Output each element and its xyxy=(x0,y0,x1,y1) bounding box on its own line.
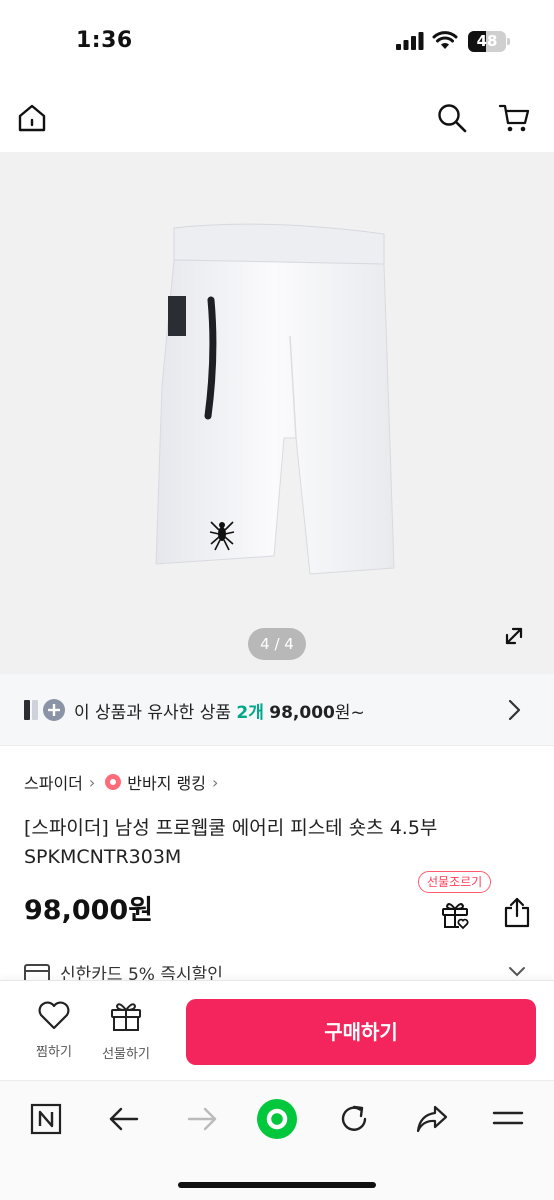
similar-products-bar[interactable]: 이 상품과 유사한 상품 2개 98,000원~ xyxy=(0,674,554,746)
expand-icon[interactable] xyxy=(496,618,532,654)
cart-icon[interactable] xyxy=(494,98,534,138)
purchase-bar: 찜하기 선물하기 구매하기 xyxy=(0,980,554,1080)
battery-level: 48 xyxy=(476,32,498,50)
breadcrumb: 스파이더 › 반바지 랭킹 › xyxy=(24,770,228,794)
forward-arrow-icon[interactable] xyxy=(180,1099,224,1139)
green-dot-icon[interactable] xyxy=(255,1099,299,1139)
product-image-gallery[interactable]: 4 / 4 xyxy=(0,152,554,674)
similar-products-text: 이 상품과 유사한 상품 2개 98,000원~ xyxy=(74,698,365,723)
product-price: 98,000원 xyxy=(24,895,154,926)
back-arrow-icon[interactable] xyxy=(102,1099,146,1139)
status-time: 1:36 xyxy=(76,28,133,53)
breadcrumb-ranking-link[interactable]: 반바지 랭킹 xyxy=(127,770,206,794)
image-pager: 4 / 4 xyxy=(248,628,306,660)
share-arrow-icon[interactable] xyxy=(410,1099,454,1139)
gift-button[interactable]: 선물하기 xyxy=(96,999,156,1062)
chevron-right-icon xyxy=(508,699,521,721)
gift-label: 선물하기 xyxy=(102,1047,150,1062)
gift-icon xyxy=(111,1003,141,1031)
menu-icon[interactable] xyxy=(486,1099,530,1139)
buy-button[interactable]: 구매하기 xyxy=(186,999,536,1065)
cellular-signal-icon xyxy=(396,32,424,50)
similar-thumbnails xyxy=(24,699,65,721)
chevron-right-icon: › xyxy=(88,772,96,792)
battery-icon: 48 xyxy=(468,31,510,52)
share-icon[interactable] xyxy=(500,894,534,930)
gift-request-badge[interactable]: 선물조르기 xyxy=(418,871,492,893)
search-icon[interactable] xyxy=(432,98,472,138)
similar-prefix: 이 상품과 유사한 상품 xyxy=(74,703,231,723)
chevron-down-icon xyxy=(509,967,525,977)
chevron-right-icon: › xyxy=(211,772,219,792)
top-navigation xyxy=(0,84,554,152)
credit-card-icon xyxy=(24,964,50,980)
similar-suffix: 원~ xyxy=(334,703,365,723)
home-icon[interactable] xyxy=(12,98,52,138)
product-image xyxy=(155,223,395,575)
status-bar: 1:36 48 xyxy=(0,0,554,84)
home-indicator xyxy=(178,1182,376,1188)
similar-count: 2개 xyxy=(236,703,264,723)
breadcrumb-brand-link[interactable]: 스파이더 xyxy=(24,770,83,794)
similar-price: 98,000 xyxy=(269,703,335,723)
ranking-medal-icon xyxy=(105,774,122,790)
card-discount-text: 신한카드 5% 즉시할인 xyxy=(60,965,223,980)
product-title: [스파이더] 남성 프로웹쿨 에어리 피스테 숏츠 4.5부 SPKMCNTR3… xyxy=(24,817,438,868)
like-label: 찜하기 xyxy=(36,1045,72,1060)
wifi-icon xyxy=(432,31,458,49)
card-discount-row[interactable]: 신한카드 5% 즉시할인 xyxy=(0,956,554,980)
like-button[interactable]: 찜하기 xyxy=(24,999,84,1060)
heart-icon xyxy=(38,1001,70,1030)
refresh-icon[interactable] xyxy=(332,1099,376,1139)
gift-icon[interactable] xyxy=(436,896,474,932)
naver-n-icon[interactable] xyxy=(24,1099,68,1139)
